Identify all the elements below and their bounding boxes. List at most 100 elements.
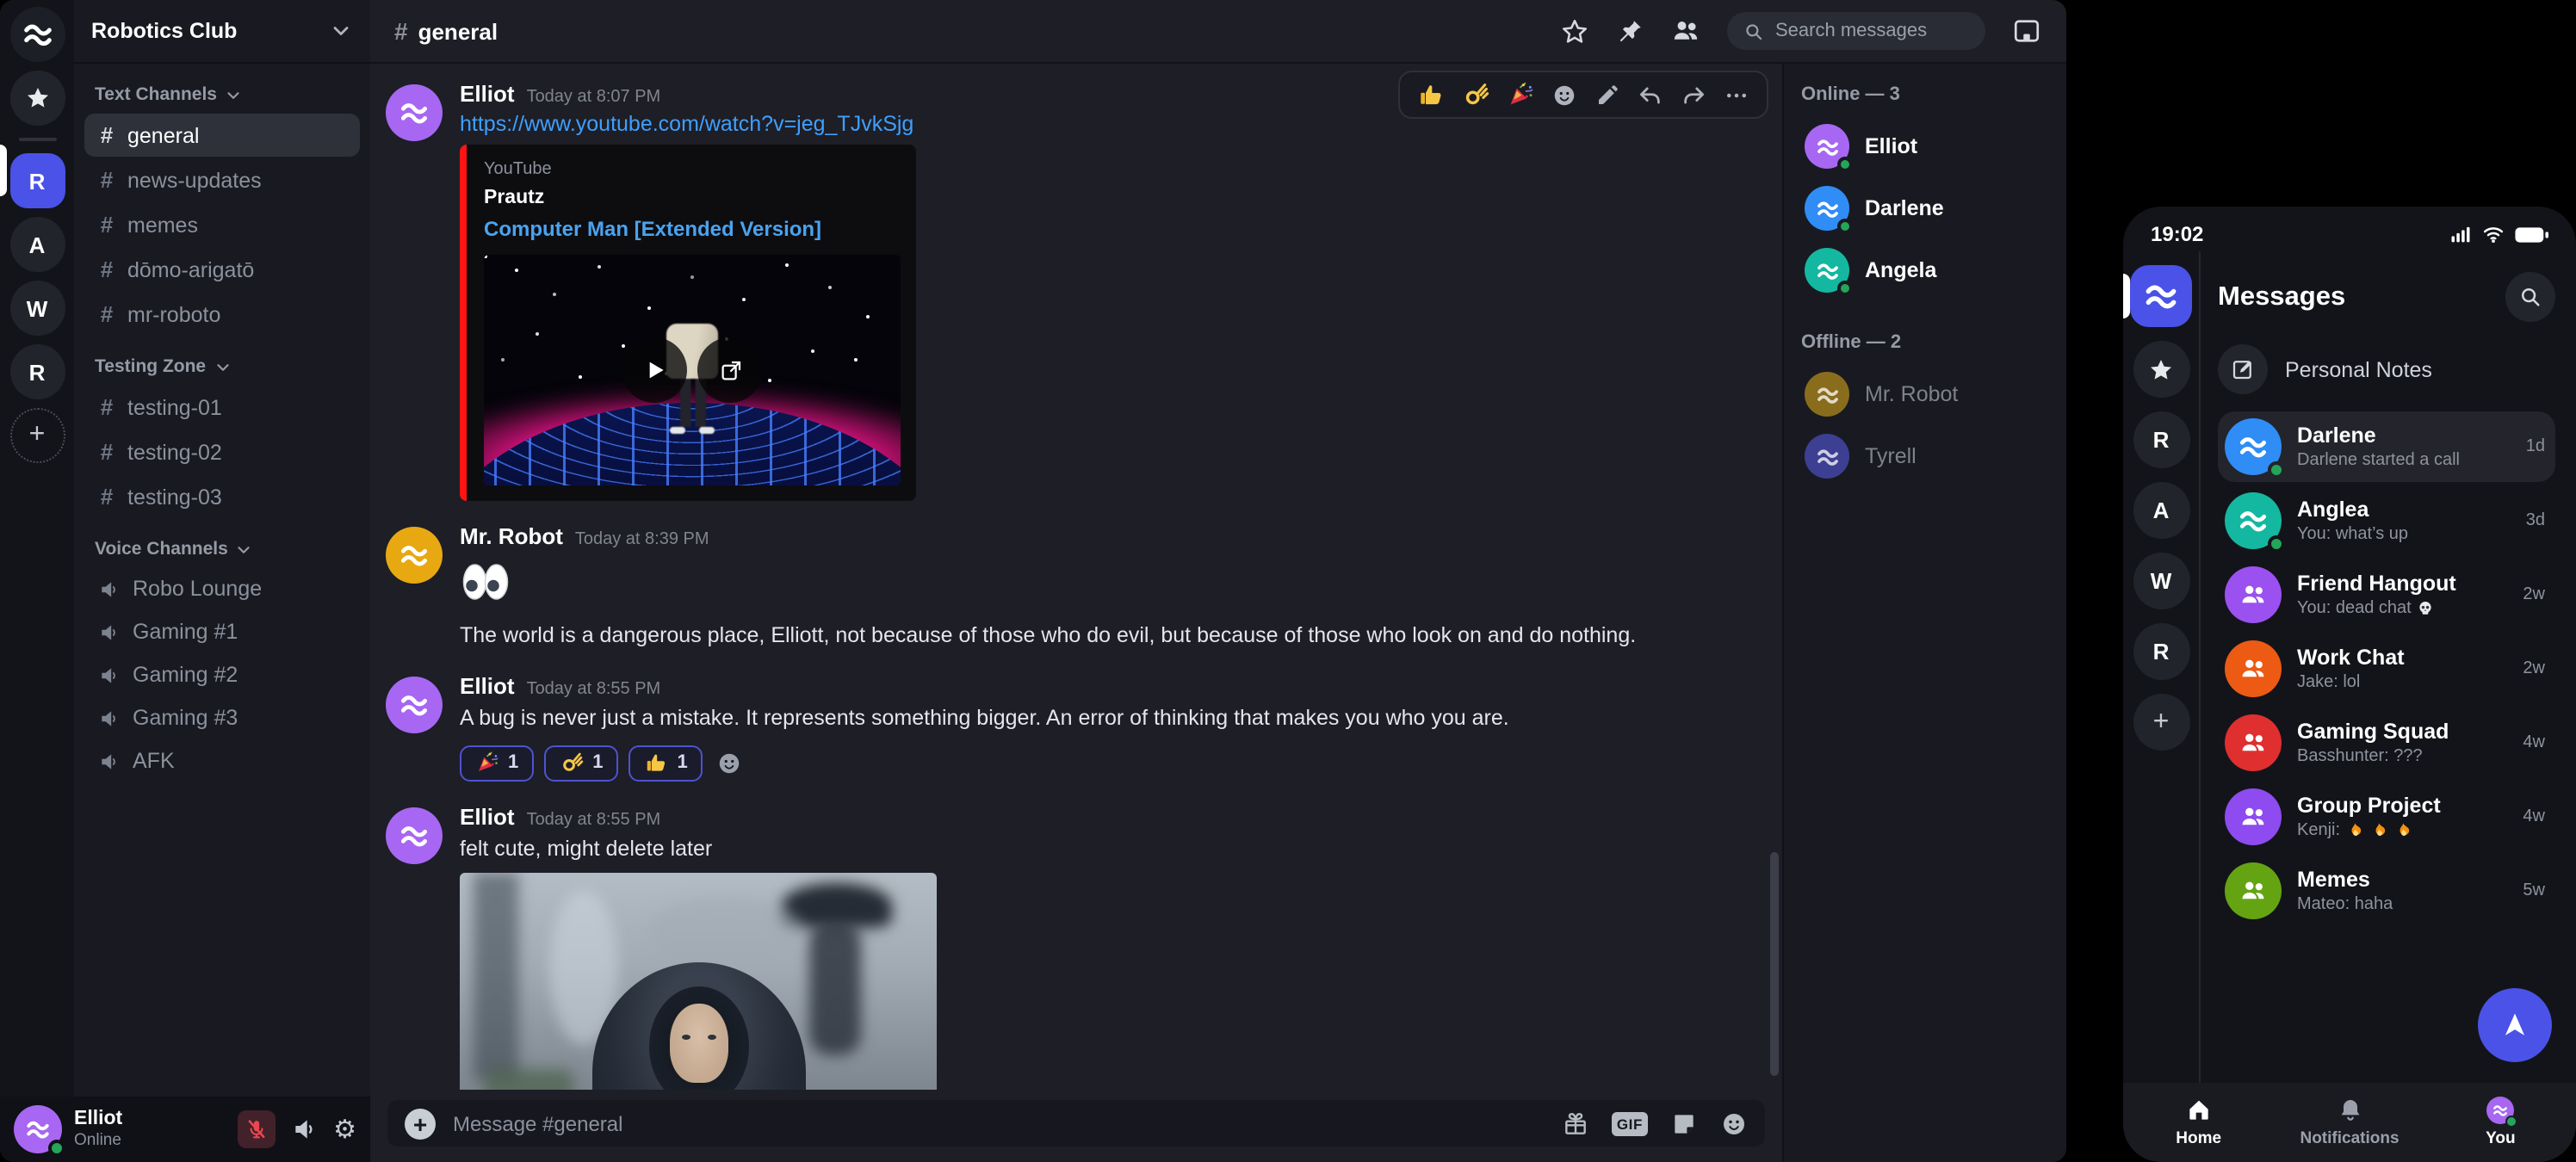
deafen-speaker-button[interactable]: [290, 1116, 318, 1143]
channel-general[interactable]: #general: [84, 114, 360, 157]
server-icon-r2[interactable]: R: [9, 344, 65, 399]
avatar[interactable]: [386, 527, 443, 584]
sticker-icon[interactable]: [1670, 1109, 1698, 1137]
forward-icon[interactable]: [1681, 82, 1706, 108]
message-author[interactable]: Mr. Robot: [460, 523, 563, 549]
member-elliot[interactable]: Elliot: [1801, 119, 2049, 174]
server-icon-r[interactable]: R: [2133, 411, 2189, 468]
reply-icon[interactable]: [1638, 82, 1663, 108]
nav-home[interactable]: Home: [2123, 1083, 2274, 1162]
member-angela[interactable]: Angela: [1801, 243, 2049, 298]
message-author[interactable]: Elliot: [460, 81, 515, 107]
search-box[interactable]: [1727, 12, 1985, 50]
channel-testing-02[interactable]: #testing-02: [84, 430, 360, 473]
avatar[interactable]: [386, 84, 443, 141]
voice-gaming-1[interactable]: Gaming #1: [84, 611, 360, 652]
category-voice-channels[interactable]: Voice Channels: [84, 532, 360, 566]
member-darlene[interactable]: Darlene: [1801, 181, 2049, 236]
app-home-button[interactable]: [2130, 265, 2192, 327]
message-input[interactable]: [453, 1111, 1545, 1135]
video-thumbnail[interactable]: [484, 255, 901, 485]
category-text-channels[interactable]: Text Channels: [84, 77, 360, 112]
message-text: A bug is never just a mistake. It repres…: [460, 704, 1509, 733]
attach-file-button[interactable]: +: [405, 1108, 436, 1139]
gift-icon[interactable]: [1562, 1109, 1589, 1137]
youtube-link[interactable]: https://www.youtube.com/watch?v=jeg_TJvk…: [460, 112, 916, 136]
member-tyrell[interactable]: Tyrell: [1801, 429, 2049, 484]
voice-gaming-3[interactable]: Gaming #3: [84, 697, 360, 739]
saved-notes-button[interactable]: [9, 71, 65, 126]
conversation-friend-hangout[interactable]: Friend HangoutYou: dead chat 2w: [2218, 559, 2555, 630]
server-icon-w[interactable]: W: [9, 281, 65, 336]
photo-bench-shape: [484, 1068, 573, 1090]
category-testing-zone[interactable]: Testing Zone: [84, 349, 360, 384]
chevron-down-icon: [224, 85, 243, 104]
pinned-messages-icon[interactable]: [1615, 16, 1644, 46]
ok-hand-emoji-button[interactable]: [1462, 81, 1489, 108]
channel-news-updates[interactable]: #news-updates: [84, 158, 360, 201]
reaction-party-popper[interactable]: 1: [460, 745, 534, 782]
avatar[interactable]: [386, 807, 443, 864]
conversation-memes[interactable]: MemesMateo: haha 5w: [2218, 856, 2555, 926]
more-options-icon[interactable]: [1724, 82, 1749, 108]
party-popper-emoji-button[interactable]: [1507, 81, 1534, 108]
server-icon-a[interactable]: A: [2133, 482, 2189, 539]
conversation-gaming-squad[interactable]: Gaming SquadBasshunter: ??? 4w: [2218, 708, 2555, 778]
embed-provider: YouTube: [484, 160, 901, 179]
channel-mr-roboto[interactable]: #mr-roboto: [84, 293, 360, 336]
gif-picker-button[interactable]: GIF: [1612, 1111, 1648, 1135]
personal-notes-row[interactable]: Personal Notes: [2218, 344, 2555, 394]
members-icon[interactable]: [1670, 15, 1701, 46]
server-header[interactable]: Robotics Club: [74, 0, 370, 64]
channel-testing-03[interactable]: #testing-03: [84, 475, 360, 518]
add-server-button[interactable]: +: [9, 408, 65, 463]
server-icon-r2[interactable]: R: [2133, 623, 2189, 680]
server-icon-a[interactable]: A: [9, 217, 65, 272]
message-composer[interactable]: + GIF: [387, 1100, 1765, 1147]
nav-notifications[interactable]: Notifications: [2274, 1083, 2424, 1162]
search-input[interactable]: [1775, 21, 1970, 41]
attached-photo[interactable]: [460, 872, 937, 1090]
saved-notes-button[interactable]: [2133, 341, 2189, 398]
reaction-thumbs-up[interactable]: 1: [629, 745, 703, 782]
channel-memes[interactable]: #memes: [84, 203, 360, 246]
add-reaction-button[interactable]: [717, 751, 743, 776]
chat-scrollbar[interactable]: [1770, 852, 1779, 1076]
play-button[interactable]: [622, 337, 687, 403]
channel-domo-arigato[interactable]: #dōmo-arigatō: [84, 248, 360, 291]
toggle-sidebar-icon[interactable]: [2011, 15, 2042, 46]
open-external-button[interactable]: [697, 337, 763, 403]
photo-bg-shape: [649, 896, 804, 965]
voice-afk[interactable]: AFK: [84, 740, 360, 782]
embed-title-link[interactable]: Computer Man [Extended Version]: [484, 217, 901, 241]
emoji-picker-icon[interactable]: [1720, 1109, 1748, 1137]
search-button[interactable]: [2505, 272, 2555, 322]
voice-gaming-2[interactable]: Gaming #2: [84, 654, 360, 695]
favorite-star-icon[interactable]: [1560, 16, 1589, 46]
embed-author[interactable]: Prautz: [484, 188, 901, 208]
avatar[interactable]: [386, 677, 443, 733]
conversation-darlene[interactable]: DarleneDarlene started a call 1d: [2218, 411, 2555, 482]
edit-pencil-icon[interactable]: [1595, 82, 1620, 108]
app-home-button[interactable]: [9, 7, 65, 62]
server-icon-w[interactable]: W: [2133, 553, 2189, 609]
new-message-fab[interactable]: [2478, 988, 2552, 1062]
message-list: ElliotToday at 8:07 PM https://www.youtu…: [370, 64, 1782, 1090]
nav-you[interactable]: You: [2425, 1083, 2576, 1162]
server-icon-robotics-club[interactable]: R: [9, 153, 65, 208]
conversation-group-project[interactable]: Group ProjectKenji: 4w: [2218, 782, 2555, 852]
settings-gear-button[interactable]: ⚙: [333, 1116, 356, 1142]
user-avatar[interactable]: [14, 1105, 62, 1153]
conversation-anglea[interactable]: AngleaYou: what’s up 3d: [2218, 485, 2555, 556]
channel-testing-01[interactable]: #testing-01: [84, 386, 360, 429]
message-author[interactable]: Elliot: [460, 804, 515, 830]
thumbs-up-emoji-button[interactable]: [1417, 81, 1445, 108]
message-author[interactable]: Elliot: [460, 673, 515, 699]
mute-microphone-button[interactable]: [237, 1110, 275, 1148]
member-mr-robot[interactable]: Mr. Robot: [1801, 367, 2049, 422]
conversation-work-chat[interactable]: Work ChatJake: lol 2w: [2218, 634, 2555, 704]
add-reaction-icon[interactable]: [1551, 82, 1577, 108]
voice-robo-lounge[interactable]: Robo Lounge: [84, 568, 360, 609]
reaction-ok-hand[interactable]: 1: [544, 745, 618, 782]
add-server-button[interactable]: +: [2133, 694, 2189, 751]
